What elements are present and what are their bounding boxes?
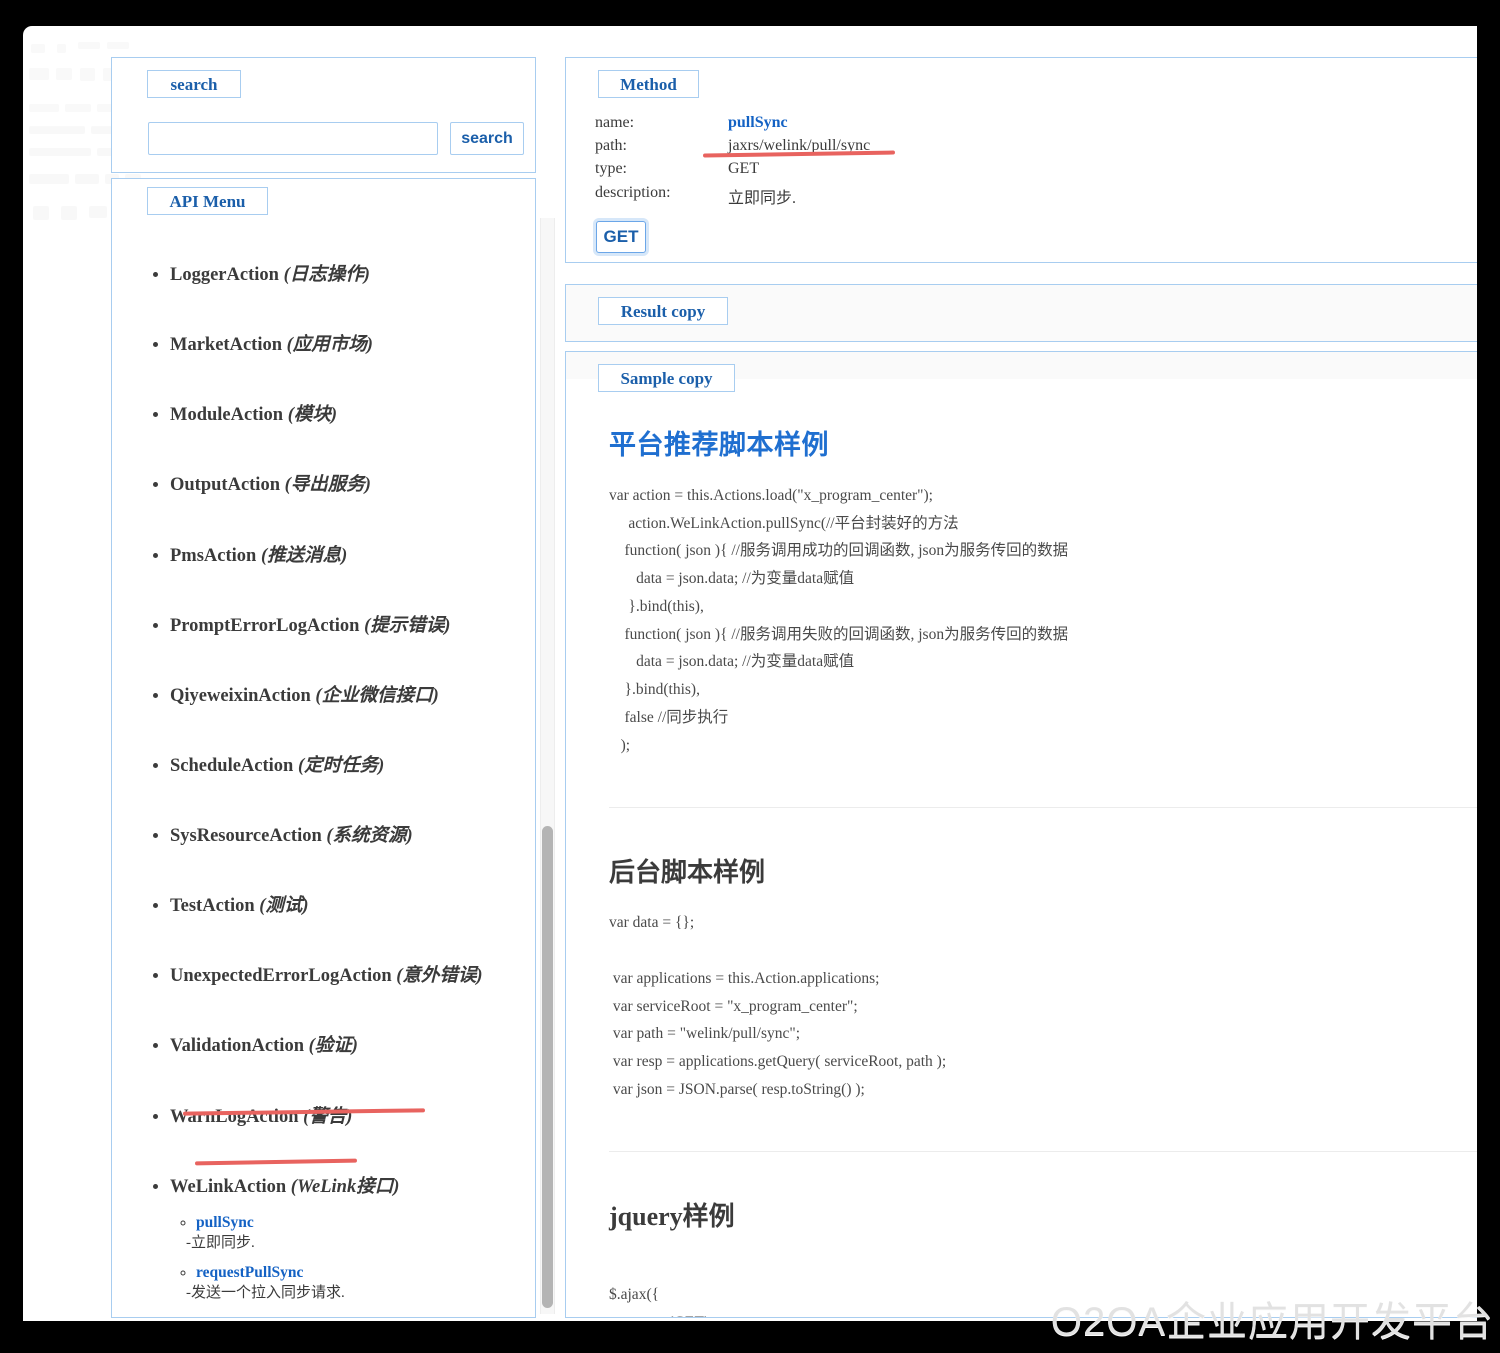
list-item[interactable]: UnexpectedErrorLogAction (意外错误)	[170, 965, 535, 988]
action-name: MarketAction	[170, 335, 282, 355]
method-type-label: type:	[595, 160, 627, 178]
action-label-zh: (测试)	[259, 896, 308, 916]
api-menu-scroll-region[interactable]: LoggerAction (日志操作) MarketAction (应用市场) …	[112, 202, 535, 1316]
search-input[interactable]	[148, 122, 438, 155]
list-item-method[interactable]: pullSync -立即同步.	[196, 1213, 535, 1253]
method-desc: -立即同步.	[186, 1234, 535, 1253]
action-label-zh: (导出服务)	[285, 475, 371, 495]
sample-section-title: 后台脚本样例	[609, 852, 1477, 889]
action-label-zh: (意外错误)	[396, 966, 482, 986]
list-item[interactable]: PromptErrorLogAction (提示错误)	[170, 615, 535, 638]
method-panel-legend: Method	[598, 70, 699, 98]
method-name[interactable]: pullSync	[196, 1214, 254, 1231]
api-menu-scrollbar-thumb[interactable]	[542, 826, 553, 1308]
method-desc: -发送一个拉入同步请求.	[186, 1284, 535, 1303]
action-name: ValidationAction	[170, 1036, 304, 1056]
result-copy-legend: Result copy	[598, 297, 728, 325]
list-item[interactable]: TestAction (测试)	[170, 895, 535, 918]
action-label-zh: (验证)	[309, 1036, 358, 1056]
list-item-method[interactable]: requestPullSync -发送一个拉入同步请求.	[196, 1263, 535, 1303]
sample-section-backend: 后台脚本样例 var data = {}; var applications =…	[566, 852, 1477, 1152]
action-name: WarnLogAction	[170, 1107, 298, 1127]
sample-section-code: var data = {}; var applications = this.A…	[609, 909, 1477, 1103]
list-item[interactable]: ModuleAction (模块)	[170, 404, 535, 427]
action-label-zh: (应用市场)	[287, 335, 373, 355]
list-item[interactable]: OutputAction (导出服务)	[170, 474, 535, 497]
action-name: SysResourceAction	[170, 826, 322, 846]
method-path-label: path:	[595, 137, 627, 155]
method-name[interactable]: requestPullSync	[196, 1264, 303, 1281]
action-name: PmsAction	[170, 546, 256, 566]
sample-section-title: 平台推荐脚本样例	[609, 423, 1477, 462]
action-name: LoggerAction	[170, 265, 279, 285]
action-label-zh: (模块)	[288, 405, 337, 425]
action-name: PromptErrorLogAction	[170, 616, 359, 636]
action-name: QiyeweixinAction	[170, 686, 311, 706]
sample-section-platform: 平台推荐脚本样例 var action = this.Actions.load(…	[566, 423, 1477, 808]
list-item[interactable]: WarnLogAction (警告)	[170, 1106, 535, 1129]
get-request-button[interactable]: GET	[596, 221, 646, 253]
section-divider	[609, 807, 1477, 808]
sample-section-code: $.ajax({ type : 'GET',	[609, 1253, 1477, 1317]
list-item[interactable]: SysResourceAction (系统资源)	[170, 825, 535, 848]
action-name: OutputAction	[170, 475, 280, 495]
sample-copy-legend: Sample copy	[598, 364, 735, 392]
screenshot-frame: search search API Menu LoggerAction (日志操…	[0, 0, 1500, 1353]
action-name: UnexpectedErrorLogAction	[170, 966, 392, 986]
section-divider	[609, 1151, 1477, 1152]
action-label-zh: (推送消息)	[261, 546, 347, 566]
action-label-zh: (警告)	[303, 1107, 352, 1127]
list-item[interactable]: ValidationAction (验证)	[170, 1035, 535, 1058]
method-name-value[interactable]: pullSync	[728, 114, 788, 132]
search-button[interactable]: search	[450, 122, 524, 155]
list-item[interactable]: MarketAction (应用市场)	[170, 334, 535, 357]
api-menu-legend: API Menu	[147, 187, 268, 215]
action-name: ModuleAction	[170, 405, 283, 425]
method-description-label: description:	[595, 184, 671, 202]
list-item[interactable]: ScheduleAction (定时任务)	[170, 755, 535, 778]
method-name-label: name:	[595, 114, 634, 132]
sample-copy-body: 平台推荐脚本样例 var action = this.Actions.load(…	[566, 379, 1477, 1317]
search-panel-legend: search	[147, 70, 241, 98]
sample-section-title: jquery样例	[609, 1196, 1477, 1233]
welink-method-list: pullSync -立即同步. requestPullSync -发送一个拉入同…	[170, 1213, 535, 1303]
action-name: ScheduleAction	[170, 756, 293, 776]
sample-section-code: var action = this.Actions.load("x_progra…	[609, 482, 1477, 759]
method-panel	[565, 57, 1477, 263]
sample-section-jquery: jquery样例 $.ajax({ type : 'GET',	[566, 1196, 1477, 1317]
method-path-value: jaxrs/welink/pull/sync	[728, 137, 870, 155]
action-name: TestAction	[170, 896, 255, 916]
action-label-zh: (系统资源)	[326, 826, 412, 846]
list-item-welink[interactable]: WeLinkAction (WeLink接口) pullSync -立即同步. …	[170, 1176, 535, 1303]
method-description-value: 立即同步.	[728, 184, 796, 208]
action-label-zh: (企业微信接口)	[315, 686, 438, 706]
action-label-zh: (日志操作)	[284, 265, 370, 285]
action-label-zh: (WeLink接口)	[291, 1177, 400, 1197]
list-item[interactable]: LoggerAction (日志操作)	[170, 264, 535, 287]
action-label-zh: (定时任务)	[298, 756, 384, 776]
action-label-zh: (提示错误)	[364, 616, 450, 636]
method-type-value: GET	[728, 160, 759, 178]
list-item[interactable]: QiyeweixinAction (企业微信接口)	[170, 685, 535, 708]
page-root: search search API Menu LoggerAction (日志操…	[23, 26, 1477, 1321]
api-action-list: LoggerAction (日志操作) MarketAction (应用市场) …	[112, 264, 535, 1316]
list-item[interactable]: PmsAction (推送消息)	[170, 545, 535, 568]
action-name: WeLinkAction	[170, 1177, 286, 1197]
